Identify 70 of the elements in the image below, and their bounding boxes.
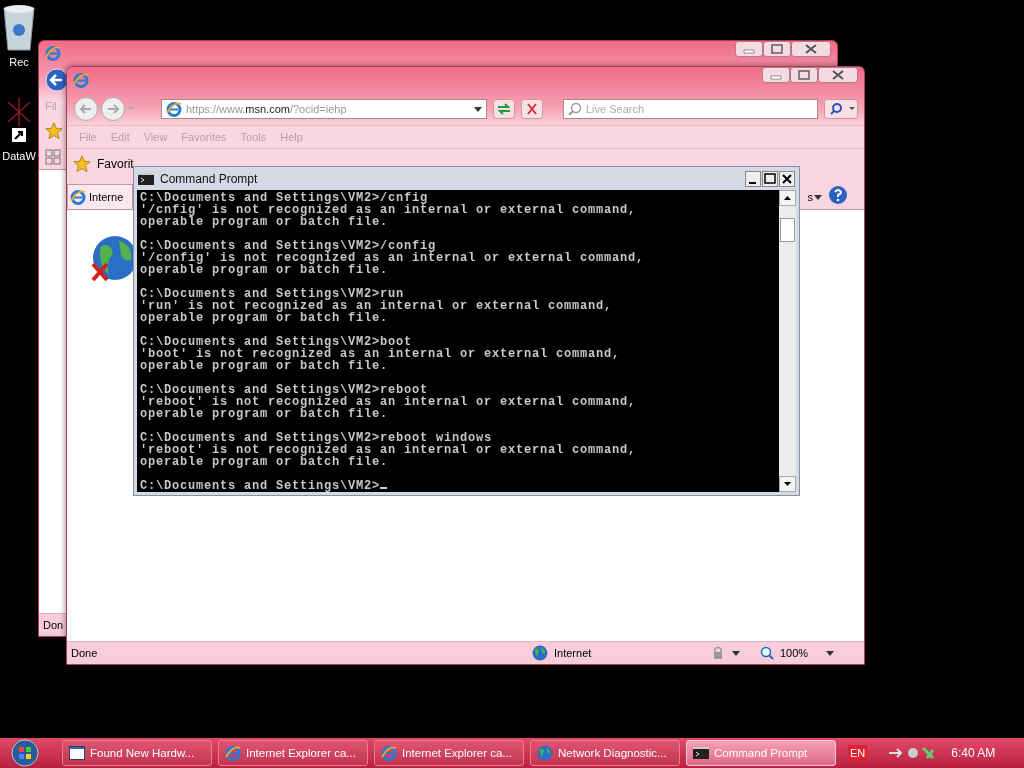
- tools-menu[interactable]: s: [807, 191, 813, 203]
- console-line: operable program or batch file.: [140, 312, 389, 324]
- window-title: Command Prompt: [160, 171, 259, 186]
- ie-icon: [73, 72, 89, 88]
- recycle-bin-icon[interactable]: [1, 4, 37, 52]
- console-line: C:\Documents and Settings\VM2>reboot: [140, 384, 429, 396]
- caret-icon[interactable]: [474, 106, 482, 112]
- security-zone: Internet: [554, 647, 593, 659]
- help-icon[interactable]: [828, 185, 848, 205]
- console-line: C:\Documents and Settings\VM2>/cnfig: [140, 192, 429, 204]
- console-line: 'reboot' is not recognized as an internal or external command,: [140, 444, 637, 456]
- console-line: '/config' is not recognized as an internal or external command,: [140, 252, 645, 264]
- scroll-down-icon[interactable]: [779, 476, 796, 492]
- console-line: operable program or batch file.: [140, 216, 389, 228]
- network-icon: [537, 745, 553, 761]
- console-line: '/cnfig' is not recognized as an internal or external command,: [140, 204, 637, 216]
- console-line: C:\Documents and Settings\VM2>boot: [140, 336, 413, 348]
- page-icon: [166, 101, 182, 117]
- ie-icon: [225, 745, 241, 761]
- caret-icon[interactable]: [814, 194, 822, 200]
- ie-icon: [45, 45, 61, 61]
- start-button[interactable]: [8, 738, 42, 768]
- star-icon[interactable]: [73, 155, 91, 173]
- browser-tab[interactable]: Interne: [67, 184, 133, 209]
- desktop-icon-label[interactable]: DataW: [2, 150, 36, 162]
- refresh-icon[interactable]: [493, 99, 515, 119]
- zoom-level[interactable]: 100%: [780, 647, 820, 659]
- desktop-icon-label[interactable]: Rec: [9, 56, 29, 68]
- console-line: operable program or batch file.: [140, 408, 389, 420]
- console-line: 'reboot' is not recognized as an internal or external command,: [140, 396, 637, 408]
- console-icon: [693, 747, 709, 759]
- caret-icon[interactable]: [732, 650, 740, 656]
- console-line: 'run' is not recognized as an internal or external command,: [140, 300, 613, 312]
- ie-icon: [70, 189, 86, 205]
- console-line: C:\Documents and Settings\VM2>run: [140, 288, 405, 300]
- globe-icon: [532, 645, 548, 661]
- taskbar-button[interactable]: Found New Hardw...: [62, 740, 212, 766]
- taskbar-button[interactable]: Internet Explorer ca...: [374, 740, 524, 766]
- console-line: C:\Documents and Settings\VM2>/config: [140, 240, 437, 252]
- console-line: 'boot' is not recognized as an internal or external command,: [140, 348, 621, 360]
- console-line: operable program or batch file.: [140, 360, 389, 372]
- console-icon: [138, 172, 154, 185]
- maximize-icon[interactable]: [762, 170, 778, 187]
- status-text: Don: [43, 619, 64, 631]
- window-icon: [69, 746, 85, 760]
- stop-icon[interactable]: [521, 99, 543, 119]
- status-text: Done: [71, 647, 99, 659]
- taskbar-button[interactable]: Internet Explorer ca...: [218, 740, 368, 766]
- favorites-label[interactable]: Favorit: [97, 157, 134, 171]
- scrollbar[interactable]: [779, 190, 796, 492]
- zoom-icon[interactable]: [760, 646, 774, 660]
- star-icon[interactable]: [45, 122, 63, 140]
- search-field[interactable]: Live Search: [563, 99, 818, 119]
- taskbar-button[interactable]: Network Diagnostic...: [530, 740, 680, 766]
- search-icon: [568, 102, 582, 116]
- caret-icon[interactable]: [826, 650, 834, 656]
- language-indicator[interactable]: EN: [848, 745, 868, 761]
- address-field[interactable]: https://www.msn.com/?ocid=iehp: [161, 99, 487, 119]
- scroll-thumb[interactable]: [780, 218, 795, 242]
- clock: 6:40 AM: [951, 746, 996, 760]
- close-icon[interactable]: [779, 170, 795, 187]
- console-line: operable program or batch file.: [140, 456, 389, 468]
- scroll-up-icon[interactable]: [779, 190, 796, 206]
- taskbar-button[interactable]: Command Prompt: [686, 740, 836, 766]
- console-line: C:\Documents and Settings\VM2>: [140, 480, 388, 492]
- ie-icon: [381, 745, 397, 761]
- console-line: C:\Documents and Settings\VM2>reboot windows: [140, 432, 493, 444]
- minimize-icon[interactable]: [745, 170, 761, 187]
- console-line: operable program or batch file.: [140, 264, 389, 276]
- search-icon[interactable]: [824, 99, 858, 119]
